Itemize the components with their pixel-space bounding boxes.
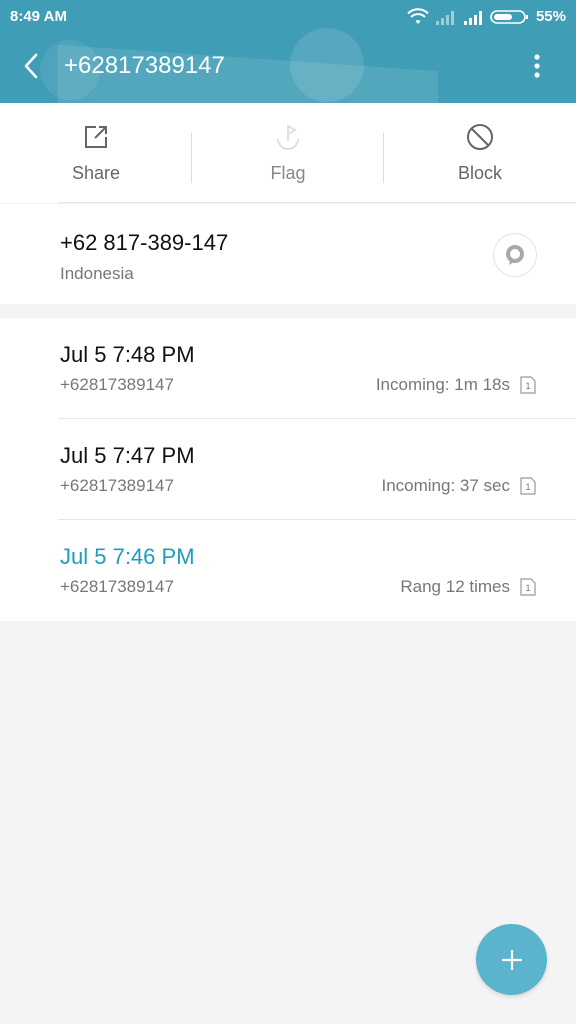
block-label: Block — [457, 163, 502, 183]
list-item[interactable]: Jul 5 7:47 PM +62817389147 Incoming: 37 … — [0, 419, 576, 520]
call-history-list: Jul 5 7:48 PM +62817389147 Incoming: 1m … — [0, 318, 576, 621]
call-time: Jul 5 7:48 PM — [60, 342, 195, 367]
message-icon — [506, 245, 524, 265]
sim-card-icon: 1 — [520, 376, 536, 394]
call-info: Rang 12 times — [400, 577, 510, 596]
call-number: +62817389147 — [60, 476, 174, 495]
flag-label: Flag — [270, 163, 306, 183]
contact-number: +62 817-389-147 — [60, 230, 229, 255]
contact-region: Indonesia — [60, 264, 134, 283]
chevron-left-icon — [24, 53, 38, 79]
block-icon — [467, 124, 493, 150]
share-button[interactable]: Share — [0, 103, 192, 203]
app-header: 8:49 AM 55% +62817389147 — [0, 0, 576, 103]
add-contact-button[interactable] — [476, 924, 547, 995]
call-info: Incoming: 37 sec — [381, 476, 510, 495]
status-icons — [407, 8, 530, 26]
more-vert-icon — [534, 54, 540, 78]
status-time: 8:49 AM — [10, 8, 67, 25]
more-options-button[interactable] — [522, 50, 552, 82]
sim-number: 1 — [525, 381, 530, 391]
back-button[interactable] — [16, 50, 46, 82]
call-info: Incoming: 1m 18s — [375, 375, 510, 394]
signal-icon — [463, 11, 482, 25]
sim-card-icon: 1 — [520, 477, 536, 495]
page-title: +62817389147 — [64, 52, 225, 79]
list-item[interactable]: Jul 5 7:46 PM +62817389147 Rang 12 times… — [0, 520, 576, 621]
battery-percent: 55% — [535, 8, 566, 25]
flag-icon — [277, 125, 299, 150]
sim-number: 1 — [525, 583, 530, 593]
sim-card-icon: 1 — [520, 578, 536, 596]
call-number: +62817389147 — [60, 375, 174, 394]
list-item[interactable]: Jul 5 7:48 PM +62817389147 Incoming: 1m … — [0, 318, 576, 419]
battery-icon — [490, 10, 528, 24]
signal-icon — [435, 11, 454, 25]
wifi-icon — [407, 8, 430, 24]
share-label: Share — [71, 163, 121, 183]
share-icon — [85, 126, 107, 148]
flag-button[interactable]: Flag — [192, 103, 384, 203]
block-button[interactable]: Block — [384, 103, 576, 203]
plus-icon — [501, 949, 522, 970]
call-number: +62817389147 — [60, 577, 174, 596]
message-button[interactable] — [493, 233, 537, 277]
call-time: Jul 5 7:46 PM — [60, 544, 195, 569]
divider — [58, 202, 576, 203]
action-bar: Share Flag Block — [0, 103, 576, 203]
status-bar: 8:49 AM 55% — [0, 0, 576, 32]
sim-number: 1 — [525, 482, 530, 492]
header-decoration — [290, 28, 364, 102]
contact-info: +62 817-389-147 Indonesia — [0, 204, 576, 304]
call-time: Jul 5 7:47 PM — [60, 443, 195, 468]
